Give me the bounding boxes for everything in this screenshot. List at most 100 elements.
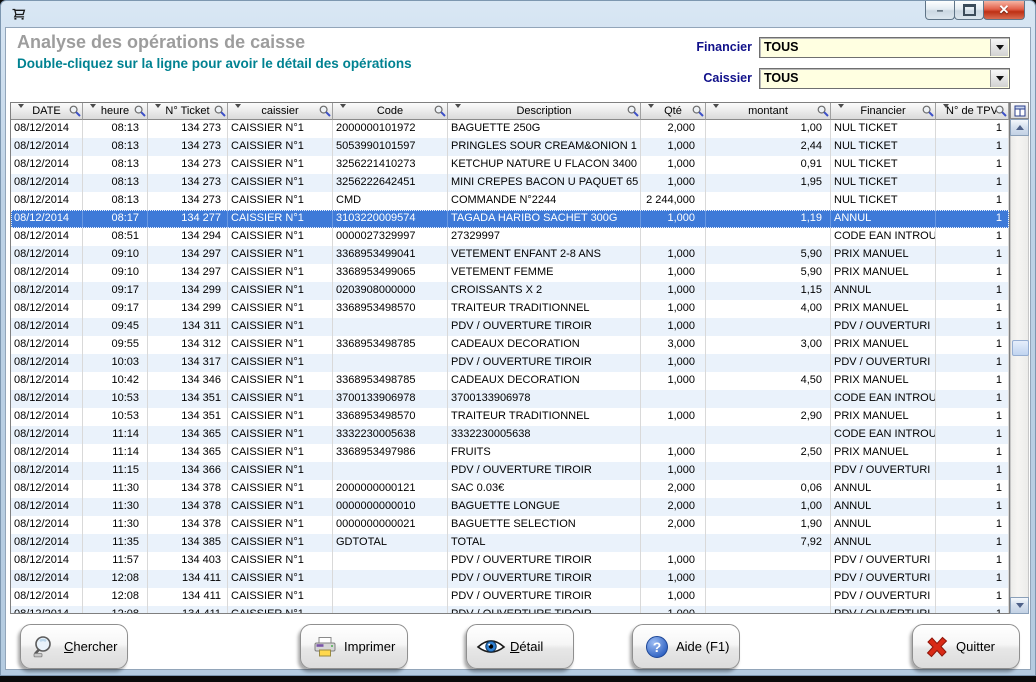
table-cell: 134 299 [148, 300, 228, 318]
column-header-montant[interactable]: montant [706, 103, 831, 120]
table-cell: 4,00 [706, 300, 831, 318]
scrollbar-track[interactable] [1010, 136, 1029, 597]
column-header-date[interactable]: DATE [11, 103, 83, 120]
table-row[interactable]: 08/12/201412:08134 411CAISSIER N°1PDV / … [11, 606, 1009, 613]
table-row[interactable]: 08/12/201409:17134 299CAISSIER N°1336895… [11, 300, 1009, 318]
column-filter-magnifier-icon[interactable] [69, 105, 81, 117]
table-cell: 1 [936, 246, 1009, 264]
table-cell: 1 [936, 120, 1009, 138]
table-row[interactable]: 08/12/201411:57134 403CAISSIER N°1PDV / … [11, 552, 1009, 570]
table-row[interactable]: 08/12/201409:10134 297CAISSIER N°1336895… [11, 264, 1009, 282]
table-cell: 3256222642451 [333, 174, 448, 192]
caissier-select[interactable]: TOUS [759, 68, 1010, 89]
maximize-button[interactable] [954, 1, 984, 20]
column-filter-magnifier-icon[interactable] [319, 105, 331, 117]
column-header-qt[interactable]: Qté [641, 103, 706, 120]
imprimer-button[interactable]: Imprimer [300, 624, 408, 669]
scrollbar-thumb[interactable] [1012, 340, 1029, 356]
table-cell: 5,90 [706, 246, 831, 264]
eye-icon [476, 637, 506, 657]
column-header-financier[interactable]: Financier [831, 103, 936, 120]
column-header-heure[interactable]: heure [83, 103, 148, 120]
table-row[interactable]: 08/12/201408:13134 273CAISSIER N°1CMDCOM… [11, 192, 1009, 210]
column-filter-magnifier-icon[interactable] [214, 105, 226, 117]
table-row[interactable]: 08/12/201409:45134 311CAISSIER N°1PDV / … [11, 318, 1009, 336]
column-header-code[interactable]: Code [333, 103, 448, 120]
table-row[interactable]: 08/12/201408:13134 273CAISSIER N°1325622… [11, 174, 1009, 192]
column-header-description[interactable]: Description [448, 103, 641, 120]
printer-icon [310, 635, 340, 659]
table-cell: 134 403 [148, 552, 228, 570]
d-tail-button[interactable]: Détail [466, 624, 574, 669]
table-cell: MINI CREPES BACON U PAQUET 65 [448, 174, 641, 192]
table-cell [333, 606, 448, 613]
column-filter-magnifier-icon[interactable] [434, 105, 446, 117]
table-row[interactable]: 08/12/201409:10134 297CAISSIER N°1336895… [11, 246, 1009, 264]
table-row[interactable]: 08/12/201411:15134 366CAISSIER N°1PDV / … [11, 462, 1009, 480]
table-row[interactable]: 08/12/201410:03134 317CAISSIER N°1PDV / … [11, 354, 1009, 372]
caissier-dropdown-button[interactable] [990, 70, 1008, 87]
table-cell: 134 297 [148, 246, 228, 264]
table-cell: PRIX MANUEL [831, 300, 936, 318]
table-row[interactable]: 08/12/201411:14134 365CAISSIER N°1333223… [11, 426, 1009, 444]
column-filter-magnifier-icon[interactable] [922, 105, 934, 117]
table-cell: BAGUETTE 250G [448, 120, 641, 138]
table-cell [706, 462, 831, 480]
column-chooser-button[interactable] [1010, 102, 1029, 119]
table-cell: 10:53 [83, 390, 148, 408]
quitter-button[interactable]: Quitter [912, 624, 1020, 669]
table-cell: 08/12/2014 [11, 606, 83, 613]
table-cell: 08/12/2014 [11, 300, 83, 318]
table-cell: CAISSIER N°1 [228, 318, 333, 336]
table-cell: 10:53 [83, 408, 148, 426]
table-cell: 09:45 [83, 318, 148, 336]
column-filter-magnifier-icon[interactable] [134, 105, 146, 117]
table-row[interactable]: 08/12/201408:51134 294CAISSIER N°1000002… [11, 228, 1009, 246]
column-header-caissier[interactable]: caissier [228, 103, 333, 120]
column-filter-magnifier-icon[interactable] [627, 105, 639, 117]
table-row[interactable]: 08/12/201409:17134 299CAISSIER N°1020390… [11, 282, 1009, 300]
column-filter-magnifier-icon[interactable] [995, 105, 1007, 117]
table-row[interactable]: 08/12/201408:13134 273CAISSIER N°1200000… [11, 120, 1009, 138]
table-cell: 1,000 [641, 210, 706, 228]
column-filter-magnifier-icon[interactable] [692, 105, 704, 117]
table-cell: 3,00 [706, 336, 831, 354]
table-row-selected[interactable]: 08/12/201408:17134 277CAISSIER N°1310322… [11, 210, 1009, 228]
financier-dropdown-button[interactable] [990, 39, 1008, 56]
table-cell [706, 354, 831, 372]
table-row[interactable]: 08/12/201411:30134 378CAISSIER N°1200000… [11, 480, 1009, 498]
table-row[interactable]: 08/12/201408:13134 273CAISSIER N°1505399… [11, 138, 1009, 156]
minimize-button[interactable]: – [925, 1, 955, 20]
aide-f1-button[interactable]: ?Aide (F1) [632, 624, 740, 669]
financier-select[interactable]: TOUS [759, 37, 1010, 58]
table-cell: 09:55 [83, 336, 148, 354]
table-row[interactable]: 08/12/201409:55134 312CAISSIER N°1336895… [11, 336, 1009, 354]
chevron-down-icon [996, 45, 1004, 50]
scroll-up-button[interactable] [1010, 119, 1029, 136]
table-row[interactable]: 08/12/201410:53134 351CAISSIER N°1336895… [11, 408, 1009, 426]
search-icon [30, 635, 60, 659]
table-row[interactable]: 08/12/201410:42134 346CAISSIER N°1336895… [11, 372, 1009, 390]
table-row[interactable]: 08/12/201411:30134 378CAISSIER N°1000000… [11, 516, 1009, 534]
column-header-n-de-tpv[interactable]: N° de TPV [936, 103, 1009, 120]
table-cell: PDV / OUVERTURI [831, 318, 936, 336]
column-header-n-ticket[interactable]: N° Ticket [148, 103, 228, 120]
table-cell: CAISSIER N°1 [228, 444, 333, 462]
scroll-down-button[interactable] [1010, 597, 1029, 614]
titlebar[interactable]: – ✕ [1, 1, 1035, 27]
table-cell: ANNUL [831, 498, 936, 516]
chercher-button[interactable]: Chercher [20, 624, 128, 669]
table-row[interactable]: 08/12/201411:14134 365CAISSIER N°1336895… [11, 444, 1009, 462]
close-button[interactable]: ✕ [983, 1, 1025, 20]
column-filter-magnifier-icon[interactable] [817, 105, 829, 117]
shopping-cart-icon [11, 6, 26, 21]
table-cell [706, 552, 831, 570]
table-cell: 2,000 [641, 516, 706, 534]
table-row[interactable]: 08/12/201412:08134 411CAISSIER N°1PDV / … [11, 570, 1009, 588]
table-row[interactable]: 08/12/201411:35134 385CAISSIER N°1GDTOTA… [11, 534, 1009, 552]
table-row[interactable]: 08/12/201410:53134 351CAISSIER N°1370013… [11, 390, 1009, 408]
table-row[interactable]: 08/12/201411:30134 378CAISSIER N°1000000… [11, 498, 1009, 516]
table-row[interactable]: 08/12/201412:08134 411CAISSIER N°1PDV / … [11, 588, 1009, 606]
table-cell: 11:30 [83, 498, 148, 516]
table-row[interactable]: 08/12/201408:13134 273CAISSIER N°1325622… [11, 156, 1009, 174]
